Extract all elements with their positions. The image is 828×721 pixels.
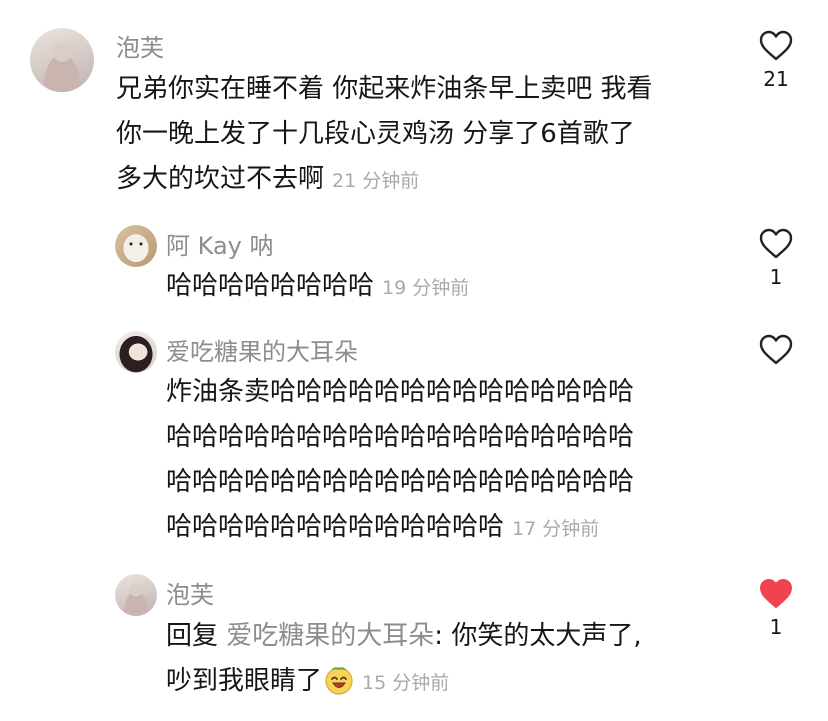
comment-text: 兄弟你实在睡不着 你起来炸油条早上卖吧 我看 你一晚上发了十几段心灵鸡汤 分享了… — [116, 67, 736, 204]
reply-target-user[interactable]: 爱吃糖果的大耳朵 — [226, 621, 434, 651]
comment-text: 回复 爱吃糖果的大耳朵: 你笑的太大声了, 吵到我眼睛了 15 分钟前 — [166, 614, 746, 706]
comment-text-line: 你一晚上发了十几段心灵鸡汤 分享了6首歌了 — [116, 119, 635, 149]
comment-author[interactable]: 阿 Kay 呐 — [166, 226, 273, 261]
like-count: 1 — [769, 615, 783, 639]
comment-text-line: 多大的坎过不去啊 21 分钟前 — [116, 164, 420, 194]
like-count: 1 — [769, 265, 783, 289]
comment-time: 17 分钟前 — [512, 518, 600, 540]
avatar[interactable] — [115, 225, 157, 267]
comment-text: 炸油条卖哈哈哈哈哈哈哈哈哈哈哈哈哈哈 哈哈哈哈哈哈哈哈哈哈哈哈哈哈哈哈哈哈 哈哈… — [166, 370, 746, 552]
like-button[interactable] — [748, 334, 804, 371]
heart-outline-icon — [759, 30, 793, 61]
comment-author[interactable]: 泡芙 — [116, 28, 164, 63]
heart-filled-icon — [760, 579, 792, 608]
avatar[interactable] — [115, 574, 157, 616]
avatar[interactable] — [115, 331, 157, 373]
comment-time: 19 分钟前 — [382, 277, 470, 299]
like-button[interactable]: 21 — [748, 30, 804, 91]
comment-text-line: 兄弟你实在睡不着 你起来炸油条早上卖吧 我看 — [116, 74, 653, 104]
comment-text-line: 哈哈哈哈哈哈哈哈哈哈哈哈哈 17 分钟前 — [166, 512, 600, 542]
like-button[interactable]: 1 — [748, 228, 804, 289]
like-count: 21 — [763, 67, 789, 91]
comment-text: 哈哈哈哈哈哈哈哈 19 分钟前 — [166, 264, 726, 311]
comment-text-line: 回复 爱吃糖果的大耳朵: 你笑的太大声了, — [166, 621, 642, 651]
comment-time: 15 分钟前 — [362, 672, 450, 694]
comment-text-line: 炸油条卖哈哈哈哈哈哈哈哈哈哈哈哈哈哈 — [166, 377, 635, 407]
comment-text-line: 哈哈哈哈哈哈哈哈哈哈哈哈哈哈哈哈哈哈 — [166, 422, 635, 452]
heart-outline-icon — [759, 228, 793, 259]
comment-text-line: 哈哈哈哈哈哈哈哈哈哈哈哈哈哈哈哈哈哈 — [166, 467, 635, 497]
heart-outline-icon — [759, 334, 793, 365]
laughing-face-emoji-icon — [324, 665, 354, 695]
comment-text-line: 哈哈哈哈哈哈哈哈 19 分钟前 — [166, 271, 470, 301]
comment-text-line: 吵到我眼睛了 15 分钟前 — [166, 665, 450, 696]
like-button[interactable]: 1 — [748, 578, 804, 639]
comment-time: 21 分钟前 — [332, 170, 420, 192]
comment-author[interactable]: 爱吃糖果的大耳朵 — [166, 332, 358, 367]
avatar[interactable] — [30, 28, 94, 92]
comment-author[interactable]: 泡芙 — [166, 575, 214, 610]
